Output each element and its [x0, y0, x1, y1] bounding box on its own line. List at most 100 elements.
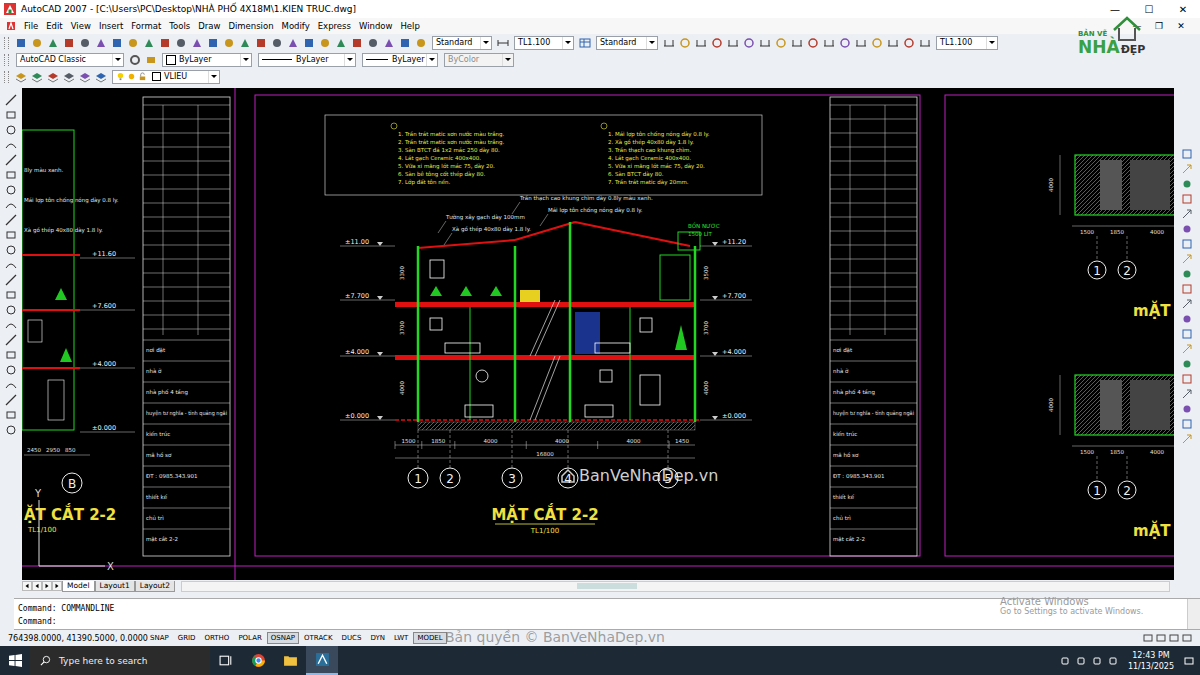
modify-tool-icon[interactable]	[1181, 283, 1194, 296]
tray-icon[interactable]	[1060, 656, 1070, 666]
tray-icon[interactable]	[1092, 656, 1102, 666]
draw-tool-icon[interactable]	[5, 379, 18, 392]
tool-icon[interactable]	[773, 35, 789, 51]
status-toggle[interactable]: GRID	[174, 632, 200, 644]
layout-tab[interactable]: Layout1	[95, 581, 135, 592]
plot-style-dropdown[interactable]: ByColor	[444, 53, 514, 67]
menu-item[interactable]: Tools	[165, 21, 194, 31]
modify-tool-icon[interactable]	[1181, 313, 1194, 326]
status-toggle[interactable]: DYN	[366, 632, 389, 644]
command-scrollbar[interactable]	[1187, 599, 1200, 629]
tool-icon[interactable]	[125, 35, 141, 51]
text-style-dropdown[interactable]: Standard	[432, 36, 492, 50]
tool-icon[interactable]	[61, 35, 77, 51]
status-toggle[interactable]: SNAP	[146, 632, 173, 644]
workspace-settings-icon[interactable]	[127, 52, 143, 68]
task-view-button[interactable]	[210, 646, 242, 675]
layer-tool-icon[interactable]	[61, 69, 77, 85]
tool-icon[interactable]	[77, 35, 93, 51]
status-tray-icon[interactable]	[1169, 633, 1179, 643]
draw-tool-icon[interactable]	[5, 274, 18, 287]
start-button[interactable]	[0, 654, 30, 667]
color-dropdown[interactable]: ByLayer	[162, 53, 252, 67]
lineweight-dropdown[interactable]: ByLayer	[362, 53, 438, 67]
document-control-button[interactable]: ✕	[1170, 21, 1192, 31]
draw-tool-icon[interactable]	[5, 139, 18, 152]
tool-icon[interactable]	[301, 35, 317, 51]
clock[interactable]: 12:43 PM11/13/2025	[1128, 650, 1174, 672]
document-control-button[interactable]: ❐	[1148, 21, 1170, 31]
toolbar-grip[interactable]	[4, 71, 9, 83]
draw-tool-icon[interactable]	[5, 184, 18, 197]
layout-tab[interactable]: Layout2	[135, 581, 175, 592]
tool-icon[interactable]	[13, 35, 29, 51]
table-style-dropdown[interactable]: Standard	[596, 36, 658, 50]
tool-icon[interactable]	[29, 35, 45, 51]
layout-tab[interactable]: Model	[62, 581, 95, 592]
tab-nav-button[interactable]	[52, 581, 62, 591]
tool-icon[interactable]	[45, 35, 61, 51]
horizontal-scrollbar[interactable]	[181, 581, 1170, 592]
layer-tool-icon[interactable]	[77, 69, 93, 85]
menu-item[interactable]: Edit	[42, 21, 66, 31]
tool-icon[interactable]	[333, 35, 349, 51]
tool-icon[interactable]	[869, 35, 885, 51]
tool-icon[interactable]	[109, 35, 125, 51]
tool-icon[interactable]	[269, 35, 285, 51]
tool-icon[interactable]	[901, 35, 917, 51]
status-toggle[interactable]: ORTHO	[200, 632, 233, 644]
tool-icon[interactable]	[709, 35, 725, 51]
draw-tool-icon[interactable]	[5, 319, 18, 332]
draw-tool-icon[interactable]	[5, 289, 18, 302]
tab-nav-button[interactable]	[32, 581, 42, 591]
file-explorer-button[interactable]	[274, 646, 306, 675]
modify-tool-icon[interactable]	[1181, 433, 1194, 446]
menu-item[interactable]: Draw	[194, 21, 224, 31]
status-tray-icon[interactable]	[1143, 633, 1153, 643]
chrome-button[interactable]	[242, 646, 274, 675]
tool-icon[interactable]	[821, 35, 837, 51]
tool-icon[interactable]	[885, 35, 901, 51]
status-toggle[interactable]: LWT	[390, 632, 412, 644]
status-toggle[interactable]: OTRACK	[300, 632, 337, 644]
tool-icon[interactable]	[693, 35, 709, 51]
draw-tool-icon[interactable]	[5, 409, 18, 422]
modify-tool-icon[interactable]	[1181, 148, 1194, 161]
window-control-button[interactable]: ✕	[1166, 4, 1200, 15]
status-toggle[interactable]: MODEL	[413, 632, 446, 644]
tool-icon[interactable]	[205, 35, 221, 51]
draw-tool-icon[interactable]	[5, 394, 18, 407]
tool-icon[interactable]	[725, 35, 741, 51]
tool-icon[interactable]	[141, 35, 157, 51]
draw-tool-icon[interactable]	[5, 169, 18, 182]
tool-icon[interactable]	[381, 35, 397, 51]
taskbar-search[interactable]: Type here to search	[30, 646, 210, 675]
tray-icon[interactable]	[1076, 656, 1086, 666]
workspace-dropdown[interactable]: AutoCAD Classic	[16, 53, 124, 67]
tool-icon[interactable]	[789, 35, 805, 51]
modify-tool-icon[interactable]	[1181, 163, 1194, 176]
menu-item[interactable]: Dimension	[224, 21, 277, 31]
tool-icon[interactable]	[237, 35, 253, 51]
tool-icon[interactable]	[173, 35, 189, 51]
tool-icon[interactable]	[221, 35, 237, 51]
draw-tool-icon[interactable]	[5, 334, 18, 347]
tool-icon[interactable]	[253, 35, 269, 51]
status-tray-icon[interactable]	[1156, 633, 1166, 643]
dim-style-dropdown[interactable]: TL1.100	[936, 36, 998, 50]
modify-tool-icon[interactable]	[1181, 238, 1194, 251]
layer-tool-icon[interactable]	[13, 69, 29, 85]
draw-tool-icon[interactable]	[5, 94, 18, 107]
modify-tool-icon[interactable]	[1181, 193, 1194, 206]
layer-tool-icon[interactable]	[93, 69, 109, 85]
status-toggle[interactable]: OSNAP	[267, 632, 299, 644]
dim-scale-dropdown[interactable]: TL1.100	[514, 36, 574, 50]
tool-icon[interactable]	[317, 35, 333, 51]
modify-tool-icon[interactable]	[1181, 403, 1194, 416]
draw-tool-icon[interactable]	[5, 364, 18, 377]
linetype-dropdown[interactable]: ByLayer	[258, 53, 356, 67]
tool-icon[interactable]	[413, 35, 429, 51]
tool-icon[interactable]	[661, 35, 677, 51]
toolbar-grip[interactable]	[4, 54, 9, 66]
table-icon[interactable]	[577, 35, 593, 51]
